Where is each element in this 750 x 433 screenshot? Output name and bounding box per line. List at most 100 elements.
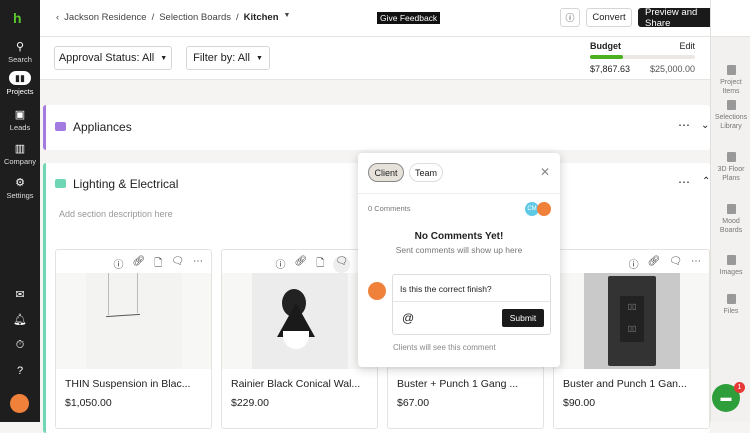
mail-icon[interactable]: ✉	[0, 288, 40, 303]
logo[interactable]: h	[13, 10, 22, 26]
document-icon[interactable]: 🗋	[316, 256, 324, 273]
product-price: $67.00	[397, 397, 430, 409]
product-name[interactable]: THIN Suspension in Blac...	[65, 378, 190, 390]
more-icon[interactable]: ⋯	[678, 118, 690, 132]
chat-icon: ▬	[720, 392, 732, 404]
card-toolbar: ⓘ🔗︎🗋🗨︎⋯	[276, 256, 369, 273]
approval-status-filter[interactable]: Approval Status: All ▼	[54, 46, 172, 70]
breadcrumb-project[interactable]: Jackson Residence	[64, 12, 146, 23]
chevron-down-icon[interactable]: ▼	[284, 12, 291, 23]
product-card[interactable]: ⓘ🔗︎🗋🗨︎⋯Rainier Black Conical Wal...$229.…	[221, 249, 378, 429]
comment-icon[interactable]: 🗨︎	[171, 256, 184, 273]
budget-progress-bar	[590, 55, 695, 59]
comment-box: Is this the correct finish? @ Submit	[392, 274, 551, 335]
convert-button[interactable]: Convert	[586, 8, 632, 27]
product-price: $229.00	[231, 397, 269, 409]
filter-by-dropdown[interactable]: Filter by: All ▼	[186, 46, 270, 70]
projects-icon: ▮▮	[9, 71, 31, 85]
section-appliances[interactable]: Appliances ⋯ ⌄	[43, 105, 710, 150]
breadcrumb: ‹ Jackson Residence / Selection Boards / K…	[56, 12, 291, 23]
more-icon[interactable]: ⋯	[678, 175, 690, 189]
give-feedback-button[interactable]: Give Feedback	[377, 12, 441, 24]
user-avatar	[368, 282, 386, 300]
product-image[interactable]: ▯▯ ▯▯	[554, 273, 709, 369]
more-icon[interactable]: ⋯	[691, 256, 701, 271]
card-toolbar: ⓘ 🔗︎ 🗋 🗨︎ ⋯	[114, 256, 203, 273]
leads-icon: ▣	[14, 109, 26, 121]
company-icon: ▥	[14, 143, 26, 155]
document-icon[interactable]: 🗋	[154, 256, 162, 273]
comments-popover: Client Team ✕ 0 Comments CM No Comments …	[358, 153, 560, 367]
gear-icon: ⚙	[15, 177, 25, 189]
chat-button[interactable]: ▬ 1	[712, 382, 745, 412]
chat-badge: 1	[734, 382, 745, 393]
budget-progress-fill	[590, 55, 624, 59]
help-icon[interactable]: ?	[0, 365, 40, 379]
right-nav: Project Items Selections Library 3D Floor …	[710, 37, 750, 422]
header: ‹ Jackson Residence / Selection Boards / K…	[40, 0, 740, 37]
timer-icon[interactable]: ⏱︎	[0, 339, 40, 354]
info-button[interactable]: ⓘ	[560, 8, 580, 27]
right-nav-icon	[726, 100, 736, 110]
product-image[interactable]	[222, 273, 377, 369]
product-image[interactable]	[56, 273, 211, 369]
info-icon[interactable]: ⓘ	[114, 256, 124, 273]
right-nav-item[interactable]: Images	[711, 255, 750, 277]
right-nav-item[interactable]: 3D Floor Plans	[711, 152, 750, 183]
tab-team[interactable]: Team	[409, 163, 443, 182]
section-title: Lighting & Electrical	[73, 177, 179, 191]
section-color-swatch	[55, 122, 66, 131]
comment-count: 0 Comments	[368, 204, 411, 213]
empty-title: No Comments Yet!	[414, 231, 504, 242]
right-nav-item[interactable]: Project Items	[711, 65, 750, 96]
right-nav-icon	[726, 294, 736, 304]
product-card[interactable]: ⓘ 🔗︎ 🗋 🗨︎ ⋯ THIN Suspension in Blac... $1,050.…	[55, 249, 212, 429]
search-icon: ⚲	[15, 41, 25, 53]
expand-chevron-icon[interactable]: ⌄	[701, 120, 709, 131]
right-nav-item[interactable]: Mood Boards	[711, 204, 750, 235]
product-name[interactable]: Buster + Punch 1 Gang ...	[397, 378, 518, 390]
product-name[interactable]: Buster and Punch 1 Gan...	[563, 378, 687, 390]
close-icon[interactable]: ✕	[540, 165, 550, 179]
comment-icon[interactable]: 🗨︎	[669, 256, 682, 271]
empty-subtitle: Sent comments will show up here	[395, 245, 523, 255]
nav-search[interactable]: ⚲ Search	[0, 40, 40, 64]
product-name[interactable]: Rainier Black Conical Wal...	[231, 378, 360, 390]
budget-widget: Budget Edit $7,867.63 $25,000.00	[590, 41, 695, 74]
right-nav-icon	[726, 65, 736, 75]
back-chevron-icon[interactable]: ‹	[56, 12, 59, 23]
tab-client[interactable]: Client	[368, 163, 404, 182]
left-nav: h ⚲ Search ▮▮ Projects ▣ Leads ▥ Company ⚙ Se…	[0, 0, 40, 422]
breadcrumb-current[interactable]: Kitchen	[244, 12, 279, 23]
mention-button[interactable]: @	[402, 311, 414, 325]
user-avatar[interactable]	[10, 394, 29, 413]
section-description-input[interactable]: Add section description here	[59, 209, 173, 219]
info-icon[interactable]: ⓘ	[276, 256, 286, 273]
breadcrumb-boards[interactable]: Selection Boards	[159, 12, 231, 23]
more-icon[interactable]: ⋯	[193, 256, 203, 273]
nav-projects[interactable]: ▮▮ Projects	[0, 71, 40, 96]
comment-icon[interactable]: 🗨︎	[333, 256, 350, 273]
section-color-swatch	[55, 179, 66, 188]
chevron-down-icon: ▼	[160, 54, 168, 62]
submit-button[interactable]: Submit	[502, 309, 544, 327]
product-price: $1,050.00	[65, 397, 112, 409]
right-nav-item[interactable]: Selections Library	[711, 100, 750, 131]
section-title: Appliances	[73, 120, 132, 134]
budget-edit-link[interactable]: Edit	[679, 41, 695, 51]
right-nav-icon	[726, 152, 736, 162]
link-icon[interactable]: 🔗︎	[295, 256, 308, 273]
product-card[interactable]: ⓘ 🔗︎ 🗨︎ ⋯ ▯▯ ▯▯ Buster and Punch 1 Gan... $90.0…	[553, 249, 710, 429]
nav-company[interactable]: ▥ Company	[0, 142, 40, 166]
avatar	[537, 202, 551, 216]
nav-leads[interactable]: ▣ Leads	[0, 108, 40, 132]
comment-input[interactable]: Is this the correct finish?	[393, 275, 550, 302]
bell-icon[interactable]: 🔔︎	[0, 313, 40, 328]
right-nav-icon	[726, 204, 736, 214]
chevron-down-icon: ▼	[255, 54, 263, 62]
info-icon[interactable]: ⓘ	[629, 256, 639, 271]
nav-settings[interactable]: ⚙ Settings	[0, 176, 40, 200]
link-icon[interactable]: 🔗︎	[648, 256, 661, 271]
right-nav-item[interactable]: Files	[711, 294, 750, 316]
link-icon[interactable]: 🔗︎	[133, 256, 146, 273]
